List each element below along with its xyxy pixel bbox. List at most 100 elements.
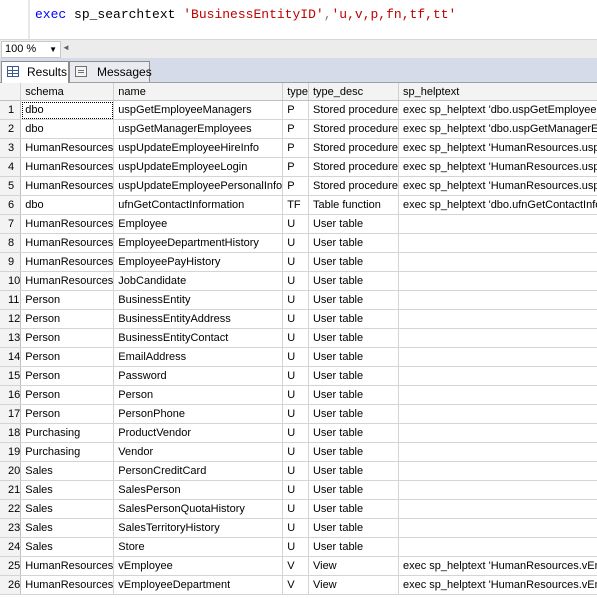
cell-schema[interactable]: Person <box>20 404 115 424</box>
row-number[interactable]: 18 <box>0 423 22 443</box>
cell-type-desc[interactable]: User table <box>308 233 399 253</box>
cell-name[interactable]: BusinessEntity <box>113 290 284 310</box>
cell-schema[interactable]: HumanResources <box>20 157 115 177</box>
cell-type[interactable]: U <box>282 233 309 253</box>
cell-sp-helptext[interactable] <box>398 480 597 500</box>
row-number[interactable]: 14 <box>0 347 22 367</box>
cell-sp-helptext[interactable] <box>398 404 597 424</box>
cell-name[interactable]: SalesPerson <box>113 480 284 500</box>
table-row[interactable]: 4 HumanResources uspUpdateEmployeeLogin P St… <box>0 157 597 177</box>
cell-sp-helptext[interactable]: exec sp_helptext 'HumanResources.uspUpda… <box>398 157 597 177</box>
cell-schema[interactable]: Person <box>20 290 115 310</box>
cell-schema[interactable]: HumanResources <box>20 176 115 196</box>
table-row[interactable]: 16 Person Person U User table <box>0 385 597 405</box>
cell-type-desc[interactable]: User table <box>308 442 399 462</box>
scroll-left-icon[interactable]: ◄ <box>62 43 70 52</box>
cell-sp-helptext[interactable]: exec sp_helptext 'HumanResources.vEmploy… <box>398 575 597 595</box>
cell-type[interactable]: P <box>282 138 309 158</box>
cell-schema[interactable]: HumanResources <box>20 556 115 576</box>
results-grid[interactable]: schema name type type_desc sp_helptext 1… <box>0 83 597 598</box>
cell-schema[interactable]: Purchasing <box>20 423 115 443</box>
cell-name[interactable]: Employee <box>113 214 284 234</box>
cell-sp-helptext[interactable]: exec sp_helptext 'dbo.uspGetEmployeeMana… <box>398 100 597 120</box>
cell-type[interactable]: U <box>282 309 309 329</box>
cell-schema[interactable]: Sales <box>20 480 115 500</box>
table-row[interactable]: 15 Person Password U User table <box>0 366 597 386</box>
row-number[interactable]: 3 <box>0 138 22 158</box>
cell-type[interactable]: U <box>282 537 309 557</box>
cell-type-desc[interactable]: User table <box>308 423 399 443</box>
cell-type-desc[interactable]: View <box>308 575 399 595</box>
cell-schema[interactable]: Purchasing <box>20 442 115 462</box>
row-number[interactable]: 19 <box>0 442 22 462</box>
cell-type[interactable]: P <box>282 176 309 196</box>
cell-schema[interactable]: Sales <box>20 518 115 538</box>
cell-schema[interactable]: Sales <box>20 499 115 519</box>
table-row[interactable]: 2 dbo uspGetManagerEmployees P Stored proced… <box>0 119 597 139</box>
cell-name[interactable]: uspGetEmployeeManagers <box>113 100 284 120</box>
cell-name[interactable]: EmployeeDepartmentHistory <box>113 233 284 253</box>
cell-name[interactable]: uspGetManagerEmployees <box>113 119 284 139</box>
row-number[interactable]: 24 <box>0 537 22 557</box>
cell-name[interactable]: PersonCreditCard <box>113 461 284 481</box>
cell-type[interactable]: U <box>282 385 309 405</box>
row-number[interactable]: 2 <box>0 119 22 139</box>
table-row[interactable]: 10 HumanResources JobCandidate U User table <box>0 271 597 291</box>
cell-sp-helptext[interactable] <box>398 423 597 443</box>
cell-type[interactable]: U <box>282 480 309 500</box>
row-number[interactable]: 22 <box>0 499 22 519</box>
cell-type-desc[interactable]: User table <box>308 271 399 291</box>
cell-schema[interactable]: Person <box>20 385 115 405</box>
zoom-dropdown[interactable]: 100 % ▼ <box>1 41 61 58</box>
table-row[interactable]: 24 Sales Store U User table <box>0 537 597 557</box>
table-row[interactable]: 14 Person EmailAddress U User table <box>0 347 597 367</box>
column-header-sp-helptext[interactable]: sp_helptext <box>398 83 597 101</box>
cell-name[interactable]: uspUpdateEmployeeLogin <box>113 157 284 177</box>
cell-schema[interactable]: HumanResources <box>20 214 115 234</box>
table-row[interactable]: 9 HumanResources EmployeePayHistory U User t… <box>0 252 597 272</box>
cell-type-desc[interactable]: User table <box>308 290 399 310</box>
cell-sp-helptext[interactable] <box>398 366 597 386</box>
cell-schema[interactable]: HumanResources <box>20 252 115 272</box>
cell-name[interactable]: Vendor <box>113 442 284 462</box>
cell-sp-helptext[interactable]: exec sp_helptext 'HumanResources.vEmploy… <box>398 556 597 576</box>
table-row[interactable]: 13 Person BusinessEntityContact U User table <box>0 328 597 348</box>
cell-type[interactable]: U <box>282 271 309 291</box>
table-row[interactable]: 19 Purchasing Vendor U User table <box>0 442 597 462</box>
row-number[interactable]: 8 <box>0 233 22 253</box>
cell-type[interactable]: U <box>282 423 309 443</box>
table-row[interactable]: 5 HumanResources uspUpdateEmployeePersonal… <box>0 176 597 196</box>
row-number[interactable]: 9 <box>0 252 22 272</box>
cell-sp-helptext[interactable] <box>398 233 597 253</box>
cell-name[interactable]: JobCandidate <box>113 271 284 291</box>
cell-type[interactable]: P <box>282 100 309 120</box>
cell-type[interactable]: TF <box>282 195 309 215</box>
cell-type-desc[interactable]: User table <box>308 309 399 329</box>
column-header-name[interactable]: name <box>113 83 284 101</box>
row-number[interactable]: 21 <box>0 480 22 500</box>
row-number-header[interactable] <box>0 83 22 101</box>
cell-name[interactable]: BusinessEntityAddress <box>113 309 284 329</box>
row-number[interactable]: 1 <box>0 100 22 120</box>
column-header-schema[interactable]: schema <box>20 83 115 101</box>
cell-schema[interactable]: dbo <box>20 100 115 120</box>
cell-schema[interactable]: Person <box>20 328 115 348</box>
cell-type-desc[interactable]: User table <box>308 404 399 424</box>
table-row[interactable]: 20 Sales PersonCreditCard U User table <box>0 461 597 481</box>
cell-sp-helptext[interactable] <box>398 214 597 234</box>
cell-type-desc[interactable]: View <box>308 556 399 576</box>
row-number[interactable]: 11 <box>0 290 22 310</box>
cell-sp-helptext[interactable]: exec sp_helptext 'dbo.uspGetManagerEmplo… <box>398 119 597 139</box>
cell-name[interactable]: uspUpdateEmployeePersonalInfo <box>113 176 284 196</box>
row-number[interactable]: 5 <box>0 176 22 196</box>
cell-name[interactable]: Password <box>113 366 284 386</box>
cell-name[interactable]: vEmployee <box>113 556 284 576</box>
column-header-type[interactable]: type <box>282 83 309 101</box>
cell-type[interactable]: U <box>282 347 309 367</box>
cell-name[interactable]: EmployeePayHistory <box>113 252 284 272</box>
table-row[interactable]: 6 dbo ufnGetContactInformation TF Table func… <box>0 195 597 215</box>
cell-name[interactable]: ufnGetContactInformation <box>113 195 284 215</box>
cell-name[interactable]: PersonPhone <box>113 404 284 424</box>
column-header-type-desc[interactable]: type_desc <box>308 83 399 101</box>
cell-schema[interactable]: HumanResources <box>20 233 115 253</box>
